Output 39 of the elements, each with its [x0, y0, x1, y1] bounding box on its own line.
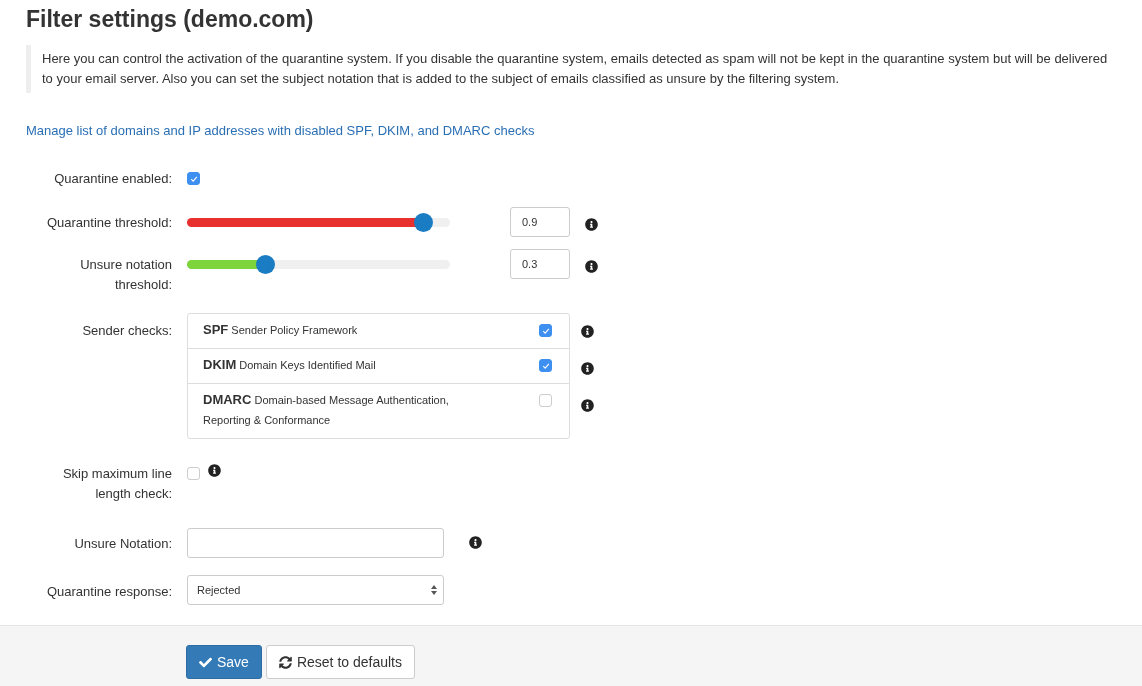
info-icon[interactable]: [585, 260, 598, 273]
check-icon: [199, 655, 212, 669]
field-label: Sender checks:: [82, 322, 172, 340]
check-icon: [541, 361, 550, 370]
info-icon[interactable]: [581, 362, 594, 375]
unsure-notation-field[interactable]: [187, 528, 444, 558]
field-label: Unsure Notation:: [74, 535, 172, 553]
check-icon: [189, 174, 198, 183]
field-label: Skip maximum line length check:: [61, 465, 172, 503]
slider-thumb[interactable]: [413, 213, 433, 232]
info-icon[interactable]: [469, 536, 482, 549]
info-icon[interactable]: [581, 325, 594, 338]
info-icon[interactable]: [585, 218, 598, 231]
checkbox[interactable]: [187, 172, 200, 185]
field-label: Quarantine enabled:: [54, 170, 172, 188]
value-field[interactable]: 0.3: [510, 249, 570, 279]
checkbox[interactable]: [539, 359, 552, 372]
slider-thumb[interactable]: [255, 255, 275, 274]
field-label: Quarantine response:: [46, 583, 172, 601]
info-icon[interactable]: [208, 464, 221, 477]
manage-list-link[interactable]: Manage list of domains and IP addresses with disabled SPF, DKIM, and DMARC checks: [26, 123, 535, 138]
info-icon[interactable]: [581, 399, 594, 412]
dropdown[interactable]: Rejected: [187, 575, 444, 605]
checkbox[interactable]: [539, 324, 552, 337]
check-icon: [541, 326, 550, 335]
checkbox[interactable]: [539, 394, 552, 407]
refresh-icon: [278, 655, 292, 669]
field-label: Quarantine threshold:: [46, 214, 172, 232]
field-label: Unsure notation threshold:: [79, 256, 172, 294]
reset-button[interactable]: Reset to defaults: [265, 645, 415, 679]
save-button[interactable]: Save: [186, 645, 262, 679]
checkbox[interactable]: [187, 467, 200, 480]
check-label: DKIM Domain Keys Identified Mail: [203, 356, 376, 374]
check-label: SPF Sender Policy Framework: [203, 321, 358, 339]
updown-arrows-icon: [431, 585, 437, 595]
check-label: DMARC Domain-based Message Authentication, Reporting & Conformance: [203, 391, 450, 428]
intro-text: Here you can control the activation of the quarantine system. If you disable the quarantine system, emails detected as spam will not be kept in the quarantine system but will be delivered to your email server. Also you can set the subject notation that is added to the subject of emails classified as unsure by the filtering system.: [26, 45, 1116, 93]
page-title: Filter settings (demo.com): [26, 6, 315, 33]
value-field[interactable]: 0.9: [510, 207, 570, 237]
